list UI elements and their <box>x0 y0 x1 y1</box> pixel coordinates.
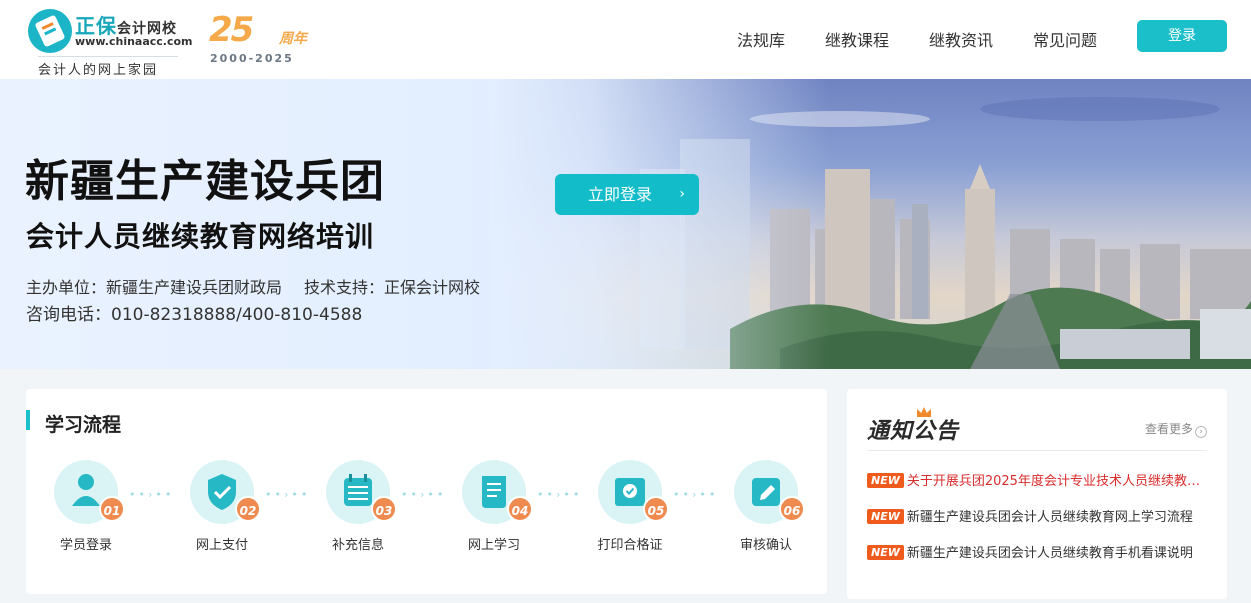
banner-subtitle: 会计人员继续教育网络培训 <box>26 220 375 253</box>
notice-item-text: 关于开展兵团2025年度会计专业技术人员继续教育的通知 <box>906 474 1207 489</box>
nav-news[interactable]: 继教资讯 <box>929 27 993 51</box>
notice-item[interactable]: NEW 新疆生产建设兵团会计人员继续教育手机看课说明 <box>867 542 1207 562</box>
step-arrow-icon: ••›•• <box>401 488 447 501</box>
step-label: 审核确认 <box>739 538 792 553</box>
anniversary-number: 25 <box>209 10 254 50</box>
site-logo[interactable]: 正保会计网校 www.chinaacc.com 会计人的网上家园 <box>28 9 193 78</box>
view-more-link[interactable]: 查看更多 › <box>1145 420 1207 438</box>
logo-slogan: 会计人的网上家园 <box>38 56 178 78</box>
step-label: 打印合格证 <box>597 538 663 553</box>
notice-title: 通知公告 <box>867 419 960 444</box>
notice-item-text: 新疆生产建设兵团会计人员继续教育网上学习流程 <box>906 510 1193 525</box>
crown-icon <box>917 407 931 417</box>
step-number: 01 <box>99 496 125 522</box>
login-now-label: 立即登录 <box>588 185 653 204</box>
step-number: 04 <box>507 496 533 522</box>
view-more-label: 查看更多 <box>1144 422 1193 436</box>
step-arrow-icon: ••›•• <box>537 488 583 501</box>
login-now-button[interactable]: 立即登录 › <box>555 174 699 215</box>
step-arrow-icon: ••›•• <box>265 488 311 501</box>
step-online-payment[interactable]: 02 网上支付 <box>172 460 272 560</box>
notice-panel: 通知公告 查看更多 › NEW 关于开展兵团2025年度会计专业技术人员继续教育的通… <box>847 389 1227 599</box>
nav-regulations[interactable]: 法规库 <box>737 27 785 51</box>
section-accent-bar <box>26 410 30 430</box>
divider <box>867 450 1207 451</box>
step-number: 05 <box>643 496 669 522</box>
banner-title: 新疆生产建设兵团 <box>25 156 385 207</box>
step-arrow-icon: ••›•• <box>129 488 175 501</box>
anniversary-years: 2000-2025 <box>210 52 294 65</box>
banner-host: 主办单位：新疆生产建设兵团财政局 <box>26 278 283 297</box>
step-number: 03 <box>371 496 397 522</box>
study-process-panel: 学习流程 01 学员登录 ••›•• 02 网上支付 ••›•• 03 补充信息… <box>26 389 827 594</box>
new-badge: NEW <box>867 545 904 560</box>
site-header: 正保会计网校 www.chinaacc.com 会计人的网上家园 25 周年 2… <box>0 0 1251 79</box>
nav-courses[interactable]: 继教课程 <box>825 27 889 51</box>
study-process-title: 学习流程 <box>45 414 122 436</box>
chevron-right-icon: › <box>1195 426 1207 438</box>
logo-url: www.chinaacc.com <box>75 35 193 48</box>
notice-item[interactable]: NEW 关于开展兵团2025年度会计专业技术人员继续教育的通知 <box>867 470 1207 490</box>
step-review-confirm[interactable]: 06 审核确认 <box>716 460 816 560</box>
step-arrow-icon: ••›•• <box>673 488 719 501</box>
step-online-study[interactable]: 04 网上学习 <box>444 460 544 560</box>
step-label: 网上支付 <box>195 538 248 553</box>
banner-support: 技术支持：正保会计网校 <box>304 278 481 297</box>
login-button[interactable]: 登录 <box>1137 20 1227 52</box>
nav-faq[interactable]: 常见问题 <box>1033 27 1097 51</box>
banner-phone: 咨询电话：010-82318888/400-810-4588 <box>26 305 363 325</box>
step-number: 06 <box>779 496 805 522</box>
new-badge: NEW <box>867 473 904 488</box>
step-label: 学员登录 <box>59 538 112 553</box>
step-student-login[interactable]: 01 学员登录 <box>36 460 136 560</box>
notice-item-text: 新疆生产建设兵团会计人员继续教育手机看课说明 <box>906 546 1193 561</box>
step-label: 网上学习 <box>467 538 520 553</box>
step-supplement-info[interactable]: 03 补充信息 <box>308 460 408 560</box>
step-number: 02 <box>235 496 261 522</box>
hero-banner: 新疆生产建设兵团 会计人员继续教育网络培训 主办单位：新疆生产建设兵团财政局 技术… <box>0 79 1251 369</box>
logo-emblem-icon <box>28 9 72 53</box>
step-print-certificate[interactable]: 05 打印合格证 <box>580 460 680 560</box>
chevron-right-icon: › <box>679 186 685 202</box>
anniversary-badge: 25 周年 2000-2025 <box>209 10 319 68</box>
anniversary-word: 周年 <box>279 31 307 47</box>
notice-item[interactable]: NEW 新疆生产建设兵团会计人员继续教育网上学习流程 <box>867 506 1207 526</box>
step-label: 补充信息 <box>331 538 384 553</box>
new-badge: NEW <box>867 509 904 524</box>
